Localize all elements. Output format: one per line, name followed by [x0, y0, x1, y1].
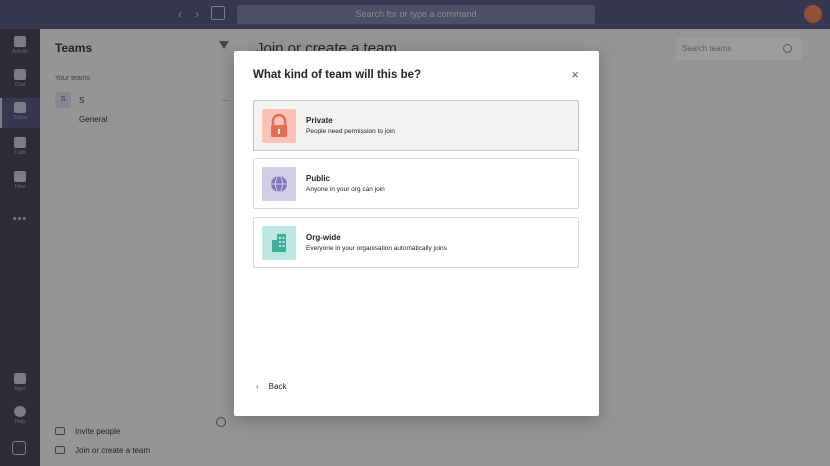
option-description: Anyone in your org can join [306, 186, 385, 193]
option-private[interactable]: Private People need permission to join [253, 100, 579, 151]
building-icon [262, 226, 296, 260]
back-button[interactable]: ‹ Back [256, 382, 286, 391]
dialog-title: What kind of team will this be? [253, 69, 422, 81]
team-type-dialog: What kind of team will this be? × Privat… [234, 51, 599, 416]
lock-icon [262, 109, 296, 143]
option-title: Org-wide [306, 233, 341, 242]
chevron-left-icon: ‹ [256, 382, 259, 391]
option-title: Public [306, 174, 331, 183]
globe-icon [262, 167, 296, 201]
option-public[interactable]: Public Anyone in your org can join [253, 158, 579, 209]
close-button[interactable]: × [571, 67, 579, 82]
option-description: People need permission to join [306, 128, 395, 135]
option-org-wide[interactable]: Org-wide Everyone in your organisation a… [253, 217, 579, 268]
option-description: Everyone in your organisation automatica… [306, 245, 447, 252]
option-title: Private [306, 116, 333, 125]
